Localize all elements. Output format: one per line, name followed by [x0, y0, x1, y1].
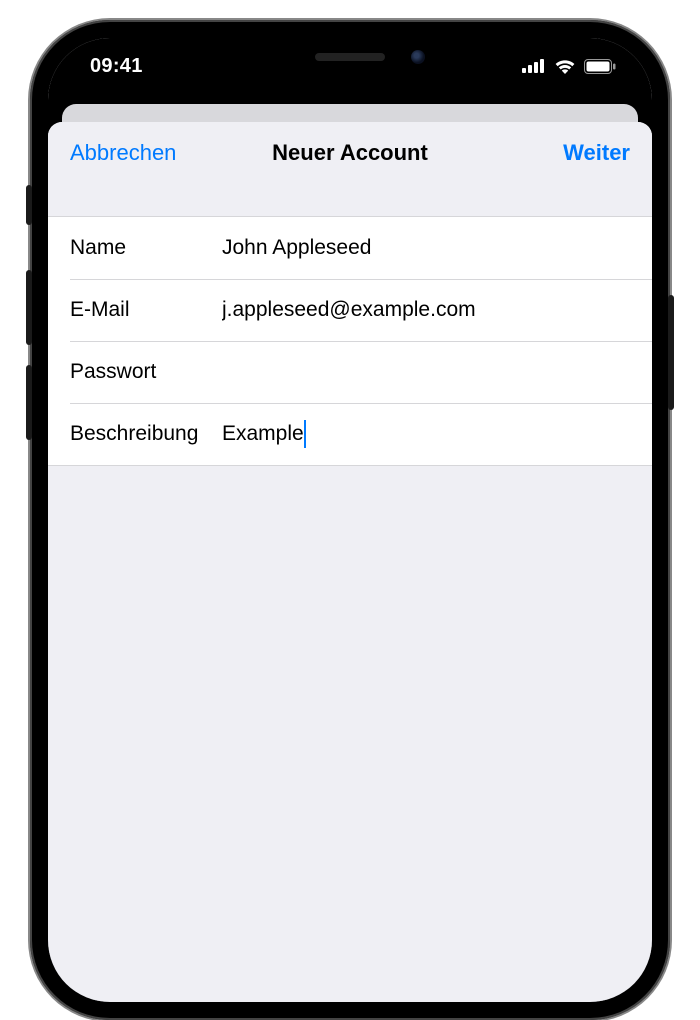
volume-up-button [26, 270, 32, 345]
modal-title: Neuer Account [180, 140, 520, 166]
next-button[interactable]: Weiter [520, 140, 630, 166]
description-row[interactable]: Beschreibung Example [48, 403, 652, 465]
status-icons [522, 58, 616, 74]
email-row[interactable]: E-Mail [48, 279, 652, 341]
description-value: Example [222, 422, 304, 446]
battery-icon [584, 59, 616, 74]
password-label: Passwort [70, 360, 222, 384]
speaker [315, 53, 385, 61]
account-form: Name E-Mail Passwort Beschreibung [48, 216, 652, 466]
notch [220, 38, 480, 76]
modal-header: Abbrechen Neuer Account Weiter [48, 122, 652, 216]
modal-stack: Abbrechen Neuer Account Weiter Name E-Ma… [48, 94, 652, 1002]
password-input[interactable] [222, 341, 630, 403]
email-label: E-Mail [70, 298, 222, 322]
cancel-button[interactable]: Abbrechen [70, 140, 180, 166]
front-camera [411, 50, 425, 64]
side-button [668, 295, 674, 410]
text-caret [304, 420, 307, 448]
status-time: 09:41 [90, 55, 143, 78]
volume-down-button [26, 365, 32, 440]
name-input[interactable] [222, 217, 630, 279]
new-account-modal: Abbrechen Neuer Account Weiter Name E-Ma… [48, 122, 652, 1002]
name-label: Name [70, 236, 222, 260]
password-row[interactable]: Passwort [48, 341, 652, 403]
name-row[interactable]: Name [48, 217, 652, 279]
cellular-icon [522, 59, 546, 73]
phone-frame: 09:41 [30, 20, 670, 1020]
description-input[interactable]: Example [222, 420, 630, 448]
wifi-icon [554, 58, 576, 74]
email-input[interactable] [222, 279, 630, 341]
mute-switch [26, 185, 32, 225]
screen: 09:41 [48, 38, 652, 1002]
description-label: Beschreibung [70, 422, 222, 446]
